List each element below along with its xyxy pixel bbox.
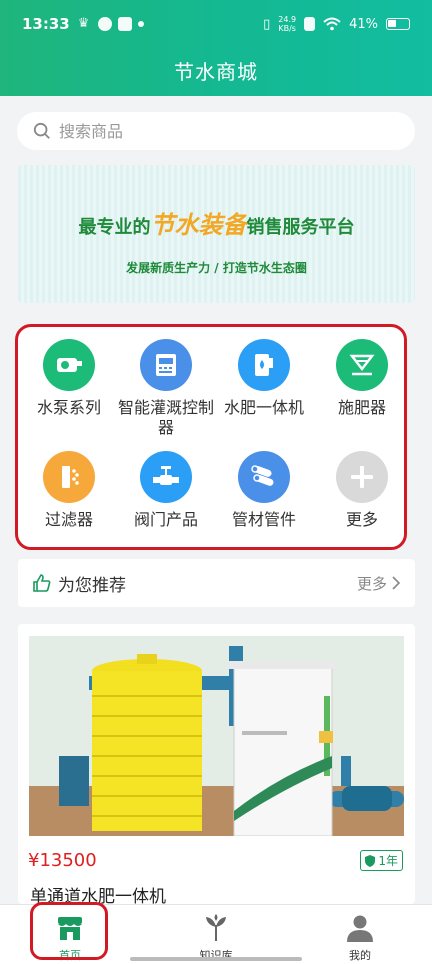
fertigation-machine-icon <box>238 339 290 391</box>
recommend-more-link[interactable]: 更多 <box>357 573 401 594</box>
gesture-bar <box>130 957 302 961</box>
product-image <box>29 636 404 836</box>
search-input[interactable] <box>59 121 359 141</box>
notification-icons: ♛ <box>78 17 144 31</box>
product-price: ¥13500 <box>28 850 97 871</box>
status-time: 13:33 <box>22 15 70 33</box>
vibrate-icon: ▯ <box>263 16 271 32</box>
net-speed: 24.9 KB/s <box>278 15 297 33</box>
irrigation-controller-icon <box>140 339 192 391</box>
water-pump-icon <box>43 339 95 391</box>
category-more[interactable]: 更多 <box>314 451 410 530</box>
tab-mine[interactable]: 我的 <box>310 905 410 964</box>
knowledge-plant-icon <box>206 914 226 941</box>
search-bar[interactable] <box>17 112 415 150</box>
category-irrigation-controller[interactable]: 智能灌溉控制器 <box>118 339 214 438</box>
user-icon <box>347 915 373 942</box>
filter-icon <box>43 451 95 503</box>
product-name: 单通道水肥一体机 <box>30 887 166 904</box>
status-bar: 13:33 ♛ ▯ 24.9 KB/s 41% <box>0 0 432 48</box>
notification-dot-icon <box>137 21 144 27</box>
fertilizer-applicator-icon <box>336 339 388 391</box>
banner-subtitle: 发展新质生产力 / 打造节水生态圈 <box>126 261 307 275</box>
category-pipe[interactable]: 管材管件 <box>216 451 312 530</box>
battery-icon <box>386 18 410 30</box>
shield-icon <box>365 854 376 867</box>
promo-banner[interactable]: 最专业的节水装备销售服务平台 发展新质生产力 / 打造节水生态圈 <box>18 165 415 303</box>
banner-slogan: 最专业的节水装备销售服务平台 <box>78 210 355 239</box>
battery-percent: 41% <box>349 16 378 32</box>
tab-knowledge[interactable]: 知识库 <box>166 905 266 964</box>
play-icon <box>117 17 132 31</box>
sim-icon <box>304 17 316 31</box>
wifi-icon <box>323 17 341 31</box>
category-filter[interactable]: 过滤器 <box>21 451 117 530</box>
crown-icon: ♛ <box>77 16 90 31</box>
category-valve[interactable]: 阀门产品 <box>118 451 214 530</box>
product-card[interactable]: ¥13500 1年 单通道水肥一体机 <box>18 624 415 904</box>
app-header: 13:33 ♛ ▯ 24.9 KB/s 41% 节水商城 <box>0 0 432 96</box>
recommend-header: 为您推荐 更多 <box>18 559 415 607</box>
pipe-icon <box>238 451 290 503</box>
recommend-title: 为您推荐 <box>58 575 126 596</box>
valve-icon <box>140 451 192 503</box>
plus-icon <box>336 451 388 503</box>
search-icon <box>33 122 50 139</box>
category-fertilizer-applicator[interactable]: 施肥器 <box>314 339 410 418</box>
category-fertigation-machine[interactable]: 水肥一体机 <box>216 339 312 418</box>
category-water-pump[interactable]: 水泵系列 <box>21 339 117 418</box>
thumbs-up-icon <box>33 574 51 592</box>
home-tab-highlight <box>30 902 108 960</box>
warranty-badge: 1年 <box>360 850 403 871</box>
category-grid: 水泵系列 智能灌溉控制器 水肥一体机 施肥器 过滤器 阀门产品 管材管件 更多 <box>15 324 407 550</box>
status-right: ▯ 24.9 KB/s 41% <box>263 15 410 33</box>
page-title: 节水商城 <box>174 60 258 84</box>
chevron-right-icon <box>392 576 401 590</box>
check-badge-icon <box>97 17 112 31</box>
